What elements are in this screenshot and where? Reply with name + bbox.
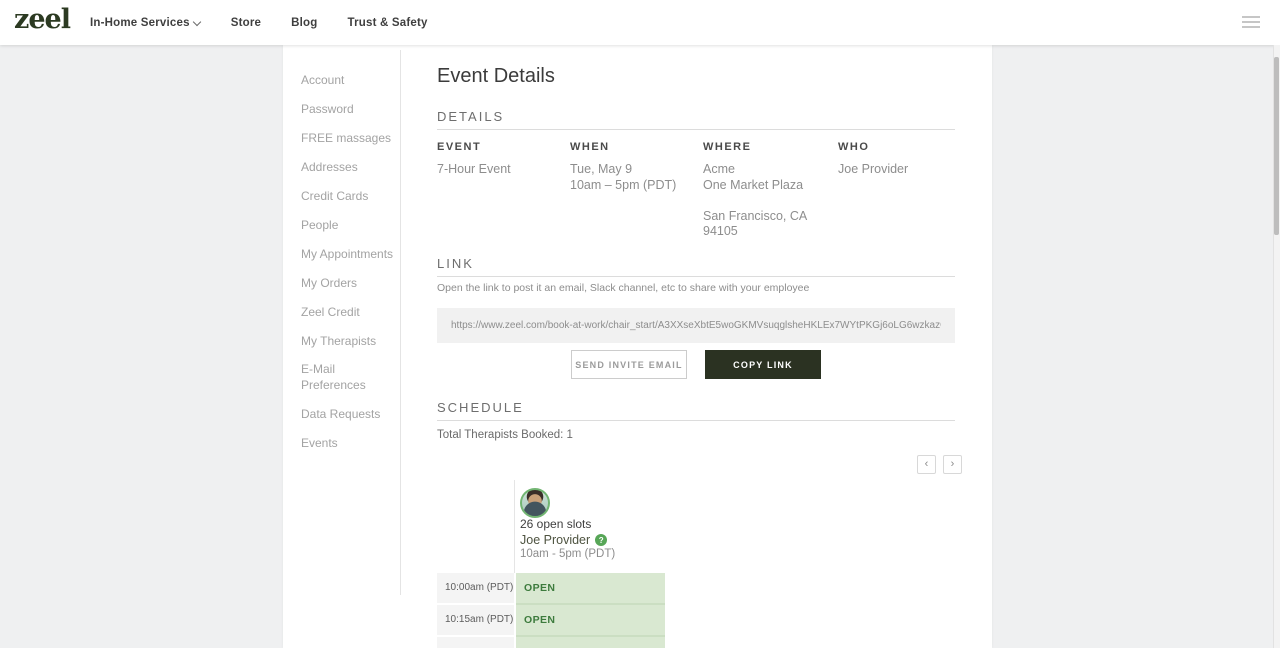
nav-store[interactable]: Store bbox=[231, 17, 261, 29]
main-nav: In-Home Services Store Blog Trust & Safe… bbox=[90, 0, 428, 45]
event-link-url[interactable]: https://www.zeel.com/book-at-work/chair_… bbox=[451, 320, 941, 331]
detail-col-label: EVENT bbox=[437, 141, 482, 153]
nav-in-home-services[interactable]: In-Home Services bbox=[90, 17, 201, 29]
detail-col-who: WHO Joe Provider bbox=[838, 141, 955, 240]
slot-time: 10:00am (PDT) bbox=[437, 573, 514, 603]
sidebar-item-data-requests[interactable]: Data Requests bbox=[301, 406, 397, 422]
sidebar-item-my-therapists[interactable]: My Therapists bbox=[301, 333, 397, 349]
sidebar-item-credit-cards[interactable]: Credit Cards bbox=[301, 188, 397, 204]
hamburger-menu-icon[interactable] bbox=[1242, 16, 1260, 29]
detail-line: 7-Hour Event bbox=[437, 162, 511, 176]
scrollbar[interactable] bbox=[1273, 45, 1280, 648]
section-rule bbox=[437, 420, 955, 421]
detail-col-label: WHERE bbox=[703, 141, 752, 153]
sidebar-item-my-orders[interactable]: My Orders bbox=[301, 275, 397, 291]
link-description: Open the link to post it an email, Slack… bbox=[437, 282, 810, 294]
section-rule bbox=[437, 129, 955, 130]
schedule-pager: ‹ › bbox=[917, 455, 962, 474]
detail-col-where: WHERE Acme One Market Plaza San Francisc… bbox=[703, 141, 838, 240]
question-mark-icon[interactable]: ? bbox=[595, 534, 608, 546]
details-section-label: DETAILS bbox=[437, 109, 505, 124]
copy-link-button[interactable]: COPY LINK bbox=[705, 350, 821, 379]
sidebar-item-password[interactable]: Password bbox=[301, 101, 397, 117]
chevron-down-icon bbox=[194, 17, 201, 24]
slot-status-column: OPEN OPEN bbox=[516, 573, 665, 648]
detail-col-event: EVENT 7-Hour Event bbox=[437, 141, 570, 240]
sidebar-item-account[interactable]: Account bbox=[301, 72, 397, 88]
link-actions: SEND INVITE EMAIL COPY LINK bbox=[437, 350, 955, 379]
slot-open-cell[interactable] bbox=[516, 637, 665, 648]
chevron-left-icon[interactable]: ‹ bbox=[917, 455, 936, 474]
detail-col-when: WHEN Tue, May 9 10am – 5pm (PDT) bbox=[570, 141, 703, 240]
sidebar-item-my-appointments[interactable]: My Appointments bbox=[301, 246, 397, 262]
sidebar-item-addresses[interactable]: Addresses bbox=[301, 159, 397, 175]
schedule-section-label: SCHEDULE bbox=[437, 400, 524, 415]
detail-line: Tue, May 9 bbox=[570, 162, 633, 176]
detail-line bbox=[703, 193, 838, 209]
detail-line: 94105 bbox=[703, 224, 738, 238]
event-details-content: Event Details DETAILS EVENT 7-Hour Event… bbox=[437, 45, 962, 648]
provider-open-slots: 26 open slots bbox=[520, 517, 592, 531]
sidebar-item-email-preferences[interactable]: E-Mail Preferences bbox=[301, 361, 397, 393]
page: zeel In-Home Services Store Blog Trust &… bbox=[0, 0, 1280, 648]
detail-line: One Market Plaza bbox=[703, 177, 804, 192]
sidebar-item-events[interactable]: Events bbox=[301, 435, 397, 451]
provider-name: Joe Provider bbox=[520, 533, 591, 547]
details-columns: EVENT 7-Hour Event WHEN Tue, May 9 10am … bbox=[437, 141, 955, 240]
top-nav-bar: zeel In-Home Services Store Blog Trust &… bbox=[0, 0, 1280, 45]
detail-line: Acme bbox=[703, 162, 735, 176]
total-therapists-booked: Total Therapists Booked: 1 bbox=[437, 429, 573, 441]
detail-line: San Francisco, CA bbox=[703, 208, 808, 223]
nav-trust-safety[interactable]: Trust & Safety bbox=[347, 17, 427, 29]
sidebar-item-zeel-credit[interactable]: Zeel Credit bbox=[301, 304, 397, 320]
provider-avatar bbox=[520, 488, 550, 518]
provider-hours: 10am - 5pm (PDT) bbox=[520, 548, 616, 560]
nav-blog[interactable]: Blog bbox=[291, 17, 317, 29]
slot-time: 10:15am (PDT) bbox=[437, 605, 514, 635]
scrollbar-thumb[interactable] bbox=[1274, 57, 1279, 235]
account-panel: Account Password FREE massages Addresses… bbox=[283, 45, 992, 648]
section-rule bbox=[437, 276, 955, 277]
detail-col-label: WHO bbox=[838, 141, 870, 153]
slot-open-cell[interactable]: OPEN bbox=[516, 573, 665, 603]
detail-col-label: WHEN bbox=[570, 141, 610, 153]
sidebar-item-free-massages[interactable]: FREE massages bbox=[301, 130, 397, 146]
event-link-url-box[interactable]: https://www.zeel.com/book-at-work/chair_… bbox=[437, 308, 955, 343]
link-section-label: LINK bbox=[437, 256, 474, 271]
detail-line: Joe Provider bbox=[838, 162, 909, 176]
chevron-right-icon[interactable]: › bbox=[943, 455, 962, 474]
sidebar-divider bbox=[400, 50, 401, 595]
sidebar-item-people[interactable]: People bbox=[301, 217, 397, 233]
detail-line: 10am – 5pm (PDT) bbox=[570, 177, 677, 192]
nav-label: In-Home Services bbox=[90, 16, 190, 29]
send-invite-email-button[interactable]: SEND INVITE EMAIL bbox=[571, 350, 687, 379]
slot-open-cell[interactable]: OPEN bbox=[516, 605, 665, 635]
schedule-column-divider bbox=[514, 480, 515, 573]
slot-time bbox=[437, 637, 514, 648]
provider-name-row: Joe Provider ? bbox=[520, 533, 608, 547]
page-title: Event Details bbox=[437, 65, 555, 87]
zeel-logo[interactable]: zeel bbox=[14, 4, 71, 35]
